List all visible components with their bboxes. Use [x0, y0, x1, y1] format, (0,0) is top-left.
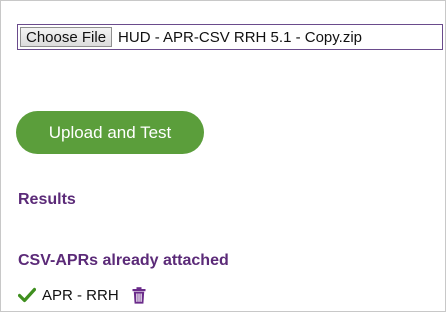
attached-item: APR - RRH	[18, 285, 146, 305]
selected-file-name: HUD - APR-CSV RRH 5.1 - Copy.zip	[118, 28, 362, 46]
choose-file-button[interactable]: Choose File	[20, 27, 113, 47]
file-input[interactable]: Choose File HUD - APR-CSV RRH 5.1 - Copy…	[17, 24, 443, 50]
results-heading: Results	[18, 191, 76, 208]
check-icon	[18, 287, 36, 303]
trash-icon[interactable]	[132, 286, 146, 304]
attached-heading: CSV-APRs already attached	[18, 252, 229, 269]
upload-and-test-button[interactable]: Upload and Test	[16, 111, 204, 154]
attached-item-label: APR - RRH	[42, 286, 119, 304]
page-frame: Choose File HUD - APR-CSV RRH 5.1 - Copy…	[0, 0, 446, 312]
